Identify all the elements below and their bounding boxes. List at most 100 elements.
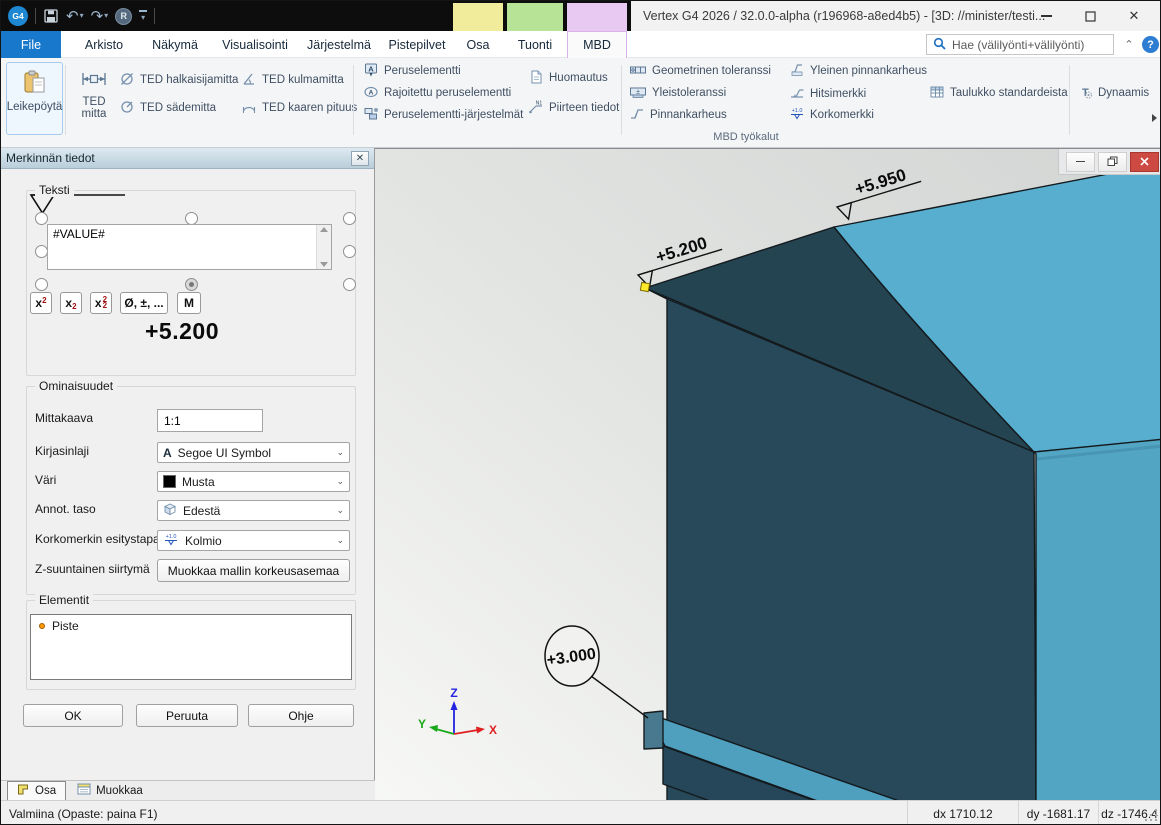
ribbon-separator [65, 65, 66, 135]
tab-osa[interactable]: Osa [453, 31, 503, 58]
titlebar-dark-area: G4 ↶▾ ↷▾ R ▾ [1, 1, 631, 31]
sup-sub-button[interactable]: x 22 [90, 292, 112, 314]
dynaaminen-button[interactable]: T Dynaamis [1077, 83, 1149, 103]
yleistoleranssi-button[interactable]: ± Yleistoleranssi [629, 83, 726, 103]
maximize-button[interactable] [1068, 1, 1112, 31]
repeat-command-button[interactable]: R [115, 8, 132, 25]
tab-jarjestelma[interactable]: Järjestelmä [301, 31, 377, 58]
elevation-mark-icon: +1.0 [789, 106, 805, 124]
anchor-radio-middle-right[interactable] [343, 245, 356, 258]
scale-input[interactable] [157, 409, 263, 432]
plane-dropdown[interactable]: Edestä ⌄ [157, 500, 350, 521]
color-dropdown[interactable]: Musta ⌄ [157, 471, 350, 492]
taulukko-standardeista-button[interactable]: Taulukko standardeista [929, 83, 1068, 103]
list-item[interactable]: Piste [31, 615, 351, 637]
tab-pistepilvet[interactable]: Pistepilvet [381, 31, 453, 58]
help-button[interactable]: ? [1142, 36, 1159, 53]
geometrinen-toleranssi-button[interactable]: Geometrinen toleranssi [629, 61, 771, 81]
save-icon[interactable] [43, 8, 59, 24]
elements-list[interactable]: Piste [30, 614, 352, 680]
svg-text:±: ± [636, 88, 640, 95]
tab-visualisointi[interactable]: Visualisointi [213, 31, 297, 58]
edit-elevation-button[interactable]: Muokkaa mallin korkeusasemaa [157, 559, 350, 582]
button-label: Huomautus [549, 72, 608, 84]
ok-button[interactable]: OK [23, 704, 123, 727]
button-label: Peruselementti [384, 65, 461, 77]
weld-symbol-icon [789, 85, 805, 104]
rajoitettu-peruselementti-button[interactable]: A Rajoitettu peruselementti [363, 83, 511, 103]
redo-button[interactable]: ↷▾ [91, 9, 109, 24]
viewport-close-button[interactable] [1130, 152, 1159, 172]
ribbon-tab-row: File Arkisto Näkymä Visualisointi Järjes… [1, 31, 1160, 58]
ted-mitta-button[interactable]: TED mitta [71, 62, 117, 135]
chevron-down-icon: ⌄ [336, 505, 344, 516]
tab-nakyma[interactable]: Näkymä [141, 31, 209, 58]
selected-point-marker[interactable] [640, 282, 649, 291]
pinnankarheus-button[interactable]: Pinnankarheus [629, 105, 727, 125]
annotation-text-area-wrap: #VALUE# [47, 224, 332, 270]
anchor-radio-bottom-center[interactable] [185, 278, 198, 291]
scroll-up-icon[interactable] [320, 227, 328, 232]
dialog-titlebar[interactable]: Merkinnän tiedot ✕ [1, 148, 374, 169]
collapse-ribbon-icon[interactable]: ⌃ [1122, 37, 1136, 51]
hitsimerkki-button[interactable]: Hitsimerkki [789, 84, 866, 104]
button-label: TED kaaren pituus [262, 102, 357, 114]
tab-tuonti[interactable]: Tuonti [507, 31, 563, 58]
cancel-button[interactable]: Peruuta [136, 704, 238, 727]
annotation-text-area[interactable]: #VALUE# [48, 225, 316, 269]
chevron-down-icon: ⌄ [336, 447, 344, 458]
note-icon [528, 69, 544, 88]
textarea-scrollbar[interactable] [316, 225, 331, 269]
ted-sademitta-button[interactable]: TED sädemitta [119, 98, 216, 118]
dialog-close-icon[interactable]: ✕ [351, 151, 369, 166]
tab-file[interactable]: File [1, 31, 61, 58]
3d-viewport[interactable]: +5.950 +5.200 +3.000 Z [375, 148, 1161, 800]
text-group: Teksti #VALUE# x2 x2 x [26, 190, 356, 376]
resize-grip[interactable] [1145, 809, 1157, 821]
ted-halkaisijamitta-button[interactable]: TED halkaisijamitta [119, 70, 238, 90]
ribbon-more-arrow[interactable] [1152, 114, 1157, 122]
tab-arkisto[interactable]: Arkisto [71, 31, 137, 58]
viewport-minimize-button[interactable] [1066, 152, 1095, 172]
anchor-radio-top-right[interactable] [343, 212, 356, 225]
anchor-radio-bottom-left[interactable] [35, 278, 48, 291]
contextual-block-tuonti [507, 3, 563, 31]
viewport-canvas[interactable]: +5.950 +5.200 +3.000 Z [375, 149, 1161, 801]
subscript-button[interactable]: x2 [60, 292, 82, 314]
close-button[interactable]: ✕ [1112, 1, 1156, 31]
undo-button[interactable]: ↶▾ [66, 9, 84, 24]
material-symbol-button[interactable]: M [177, 292, 201, 314]
viewport-restore-button[interactable] [1098, 152, 1127, 172]
minimize-button[interactable] [1024, 1, 1068, 31]
doc-tab-osa[interactable]: Osa [7, 781, 66, 800]
help-button-dialog[interactable]: Ohje [248, 704, 354, 727]
anchor-radio-bottom-right[interactable] [343, 278, 356, 291]
qat-customize-button[interactable]: ▾ [139, 10, 147, 22]
doc-tab-muokkaa[interactable]: Muokkaa [68, 781, 152, 800]
annotation-preview-value: +5.200 [145, 318, 219, 345]
general-tolerance-icon: ± [629, 84, 647, 103]
ted-kaaren-pituus-button[interactable]: TED kaaren pituus [241, 98, 357, 118]
app-logo[interactable]: G4 [8, 6, 28, 26]
peruselementti-button[interactable]: A Peruselementti [363, 61, 461, 81]
elevation-mark-icon: +1.0 [163, 532, 179, 550]
clipboard-button[interactable]: Leikepöytä [6, 62, 63, 135]
symbols-button[interactable]: Ø, ±, ... [120, 292, 168, 314]
font-dropdown[interactable]: A Segoe UI Symbol ⌄ [157, 442, 350, 463]
viewport-window-controls [1058, 149, 1161, 175]
scroll-down-icon[interactable] [320, 262, 328, 267]
tab-mbd[interactable]: MBD [567, 31, 627, 58]
style-dropdown[interactable]: +1.0 Kolmio ⌄ [157, 530, 350, 551]
qat-separator [35, 8, 36, 24]
yleinen-pinnankarheus-button[interactable]: Yleinen pinnankarheus [789, 61, 927, 81]
huomautus-button[interactable]: Huomautus [528, 68, 608, 88]
piirteen-tiedot-button[interactable]: N1 Piirteen tiedot [528, 98, 619, 118]
korkomerkki-button[interactable]: +1.0 Korkomerkki [789, 105, 874, 125]
ted-kulmamitta-button[interactable]: TED kulmamitta [241, 70, 344, 90]
color-value: Musta [182, 475, 215, 489]
titlebar-light-area: Vertex G4 2026 / 32.0.0-alpha (r196968-a… [631, 1, 1160, 31]
status-dy: dy -1681.17 [1018, 801, 1098, 825]
search-input[interactable] [952, 38, 1107, 52]
superscript-button[interactable]: x2 [30, 292, 52, 314]
peruselementti-jarjestelmat-button[interactable]: Peruselementti-järjestelmät [363, 105, 523, 125]
